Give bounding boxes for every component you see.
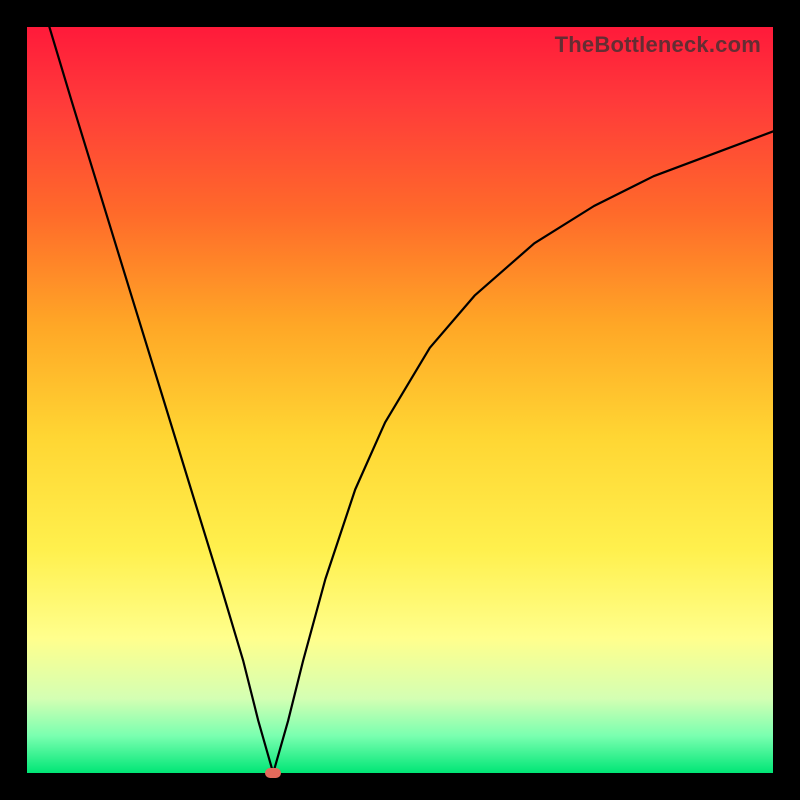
bottleneck-curve [49,27,773,773]
chart-svg [27,27,773,773]
plot-area: TheBottleneck.com [27,27,773,773]
chart-frame: TheBottleneck.com [0,0,800,800]
minimum-marker [265,768,281,778]
